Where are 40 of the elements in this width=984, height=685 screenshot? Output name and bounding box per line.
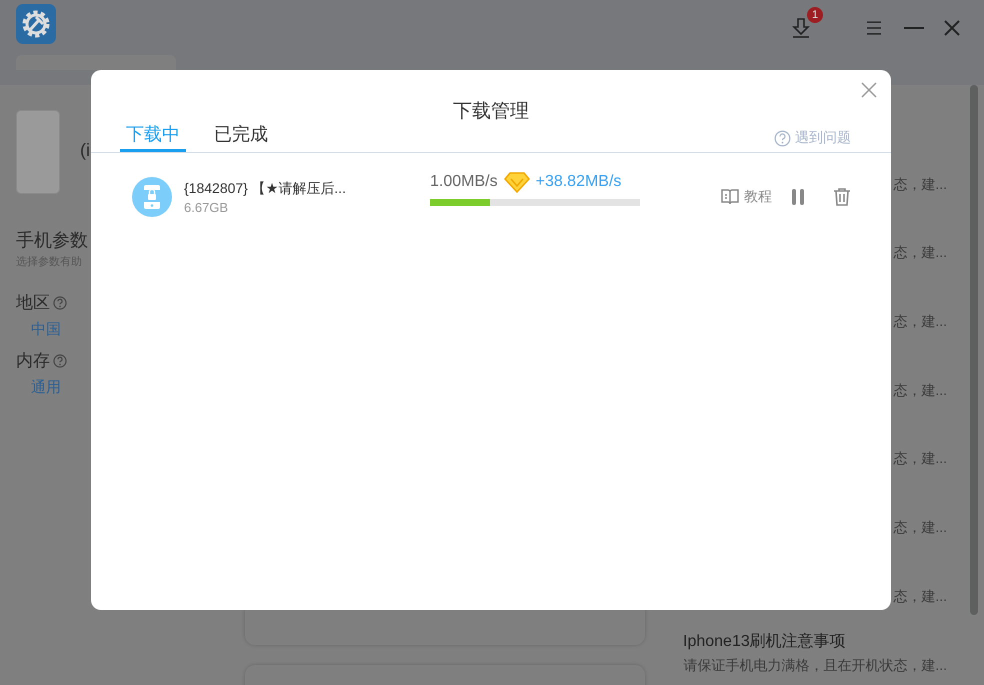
close-icon[interactable] [861,82,877,98]
article-summary: 态，建... [893,174,947,194]
setting-label: 内存 [16,350,50,372]
article-summary: 态，建... [893,243,947,262]
file-size: 6.67GB [184,200,230,214]
notification-badge: 1 [807,6,823,22]
help-icon[interactable] [53,296,67,310]
dialog-title: 下载管理 [452,100,530,124]
app-logo-icon [16,4,56,44]
minimize-icon[interactable] [904,26,924,28]
tab[interactable]: 已完成 [208,123,274,152]
section-title: 手机参数 [16,229,89,252]
file-name: {1842807} 【★请解压后... [184,180,347,198]
article-title[interactable]: Iphone13刷机注意事项 [683,630,947,654]
article-summary: 态，建... [893,518,947,538]
article-summary: 态，建... [893,449,947,468]
setting-value[interactable]: 中国 [31,320,61,339]
pause-icon[interactable] [790,187,806,207]
help-link[interactable]: 遇到问题 [774,129,851,147]
help-icon[interactable] [53,354,67,368]
boost-speed: +38.82MB/s [536,172,622,190]
article-summary: 态，建... [893,586,947,606]
article-summary: 态，建... [893,380,947,400]
question-icon [774,130,791,146]
menu-icon[interactable] [866,20,882,34]
download-speed: 1.00MB/s [430,172,498,190]
article-summary: 请保证手机电力满格，且在开机状态，建... [683,656,947,674]
setting-value[interactable]: 通用 [31,378,61,397]
phone-lock-icon [132,177,172,217]
device-model: (i [80,140,90,161]
article-summary: 态，建... [893,312,947,332]
book-icon [720,187,740,207]
trash-icon[interactable] [832,187,852,207]
close-icon[interactable] [944,20,960,36]
download-button[interactable] [789,16,813,40]
scrollbar[interactable] [970,85,978,615]
diamond-icon [504,170,530,192]
setting-label: 地区 [16,292,50,314]
tutorial-button[interactable]: 教程 [720,187,772,207]
tab[interactable]: 下载中 [120,123,186,152]
